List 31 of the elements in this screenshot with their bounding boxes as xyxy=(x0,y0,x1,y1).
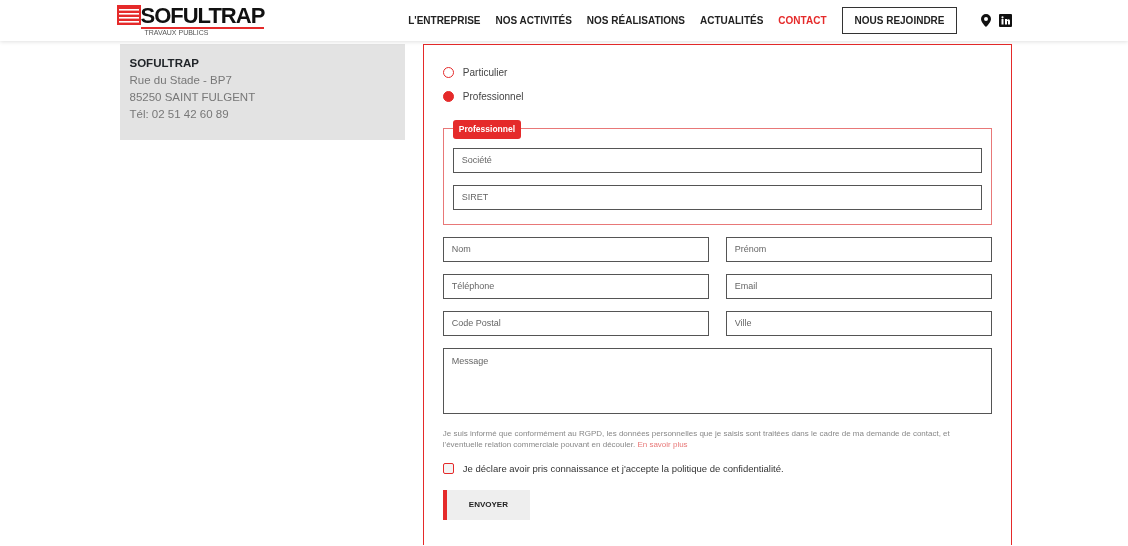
nav-link[interactable]: NOS ACTIVITÉS xyxy=(495,13,572,28)
address-line: 85250 SAINT FULGENT xyxy=(129,90,257,105)
consent-label: Je déclare avoir pris connaissance et j'accepte la politique de confidentialité. xyxy=(462,461,784,476)
message-field[interactable]: Message xyxy=(442,347,992,414)
input-field[interactable]: SIRET xyxy=(452,184,982,210)
privacy-notice: Je suis informé que conformément au RGPD, les données personnelles que je saisis sont traitées dans le cadre de ma demande de contact, et l'éventuelle relation commerciale pouvant en découler. En savoir plus xyxy=(442,427,951,450)
input-field[interactable]: Ville xyxy=(725,310,992,336)
input-field[interactable]: Prénom xyxy=(725,236,992,262)
consent-checkbox[interactable] xyxy=(442,463,454,475)
group-legend: Professionnel xyxy=(452,120,522,139)
nav-link[interactable]: NOS RÉALISATIONS xyxy=(586,13,685,28)
input-field[interactable]: Code Postal xyxy=(442,310,709,336)
nav-link[interactable]: L'ENTREPRISE xyxy=(408,13,481,28)
phone-text: Tél: 02 51 42 60 89 xyxy=(129,107,230,122)
input-field[interactable]: Téléphone xyxy=(442,273,709,299)
nav-link[interactable]: ACTUALITÉS xyxy=(700,13,764,28)
input-field[interactable]: Nom xyxy=(442,236,709,262)
location-pin-icon[interactable] xyxy=(980,14,991,27)
logo-icon xyxy=(116,4,141,25)
radio-label: Professionnel xyxy=(462,90,524,104)
submit-button[interactable]: ENVOYER xyxy=(442,489,530,520)
linkedin-icon[interactable] xyxy=(998,14,1012,27)
company-name: SOFULTRAP xyxy=(129,56,200,71)
input-field[interactable]: Email xyxy=(725,273,992,299)
join-button[interactable]: NOUS REJOINDRE xyxy=(842,7,957,34)
address-line: Rue du Stade - BP7 xyxy=(129,73,233,88)
radio-button[interactable] xyxy=(442,91,454,102)
radio-label: Particulier xyxy=(462,66,508,80)
input-field[interactable]: Société xyxy=(452,147,982,173)
nav-link[interactable]: CONTACT xyxy=(778,13,827,28)
logo-wordmark[interactable]: SOFULTRAP xyxy=(140,4,265,29)
